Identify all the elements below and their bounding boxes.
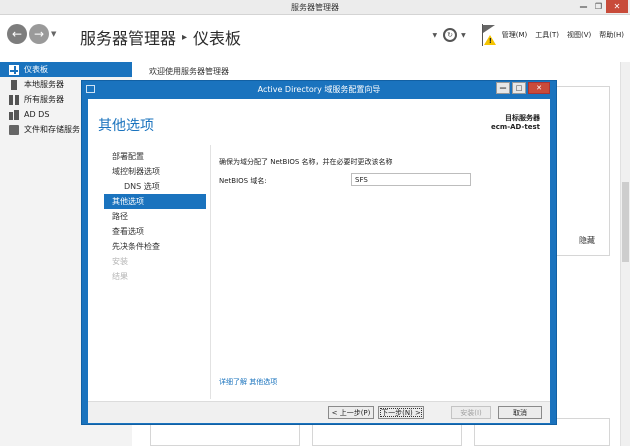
menu-help[interactable]: 帮助(H)	[599, 30, 624, 40]
welcome-heading: 欢迎使用服务器管理器	[149, 67, 229, 76]
wizard-step-results: 结果	[112, 272, 128, 281]
breadcrumb-current: 仪表板	[193, 29, 242, 48]
storage-icon	[9, 124, 19, 135]
wizard-step-dc-options[interactable]: 域控制器选项	[104, 164, 206, 179]
dialog-title: Active Directory 域服务配置向导	[257, 85, 381, 94]
previous-button[interactable]: < 上一步(P)	[328, 406, 374, 419]
sidebar-item-dashboard[interactable]: 仪表板	[0, 62, 132, 77]
sidebar-item-label: 本地服务器	[24, 80, 64, 89]
install-button: 安装(I)	[451, 406, 491, 419]
window-titlebar: 服务器管理器 — ❐ ✕	[0, 0, 630, 15]
main-scrollbar[interactable]	[620, 62, 630, 446]
dashboard-icon	[9, 64, 19, 75]
dialog-titlebar[interactable]: Active Directory 域服务配置向导 — □ ✕	[82, 81, 556, 98]
refresh-dropdown-icon[interactable]: ▼	[432, 32, 437, 39]
dialog-footer: < 上一步(P) 下一步(N) > 安装(I) 取消	[88, 401, 550, 423]
wizard-step-review-options[interactable]: 查看选项	[104, 224, 206, 239]
learn-more-link[interactable]: 详细了解 其他选项	[219, 377, 277, 387]
menu-tools[interactable]: 工具(T)	[535, 30, 559, 40]
window-controls: — ❐ ✕	[576, 0, 628, 13]
wizard-step-paths[interactable]: 路径	[104, 209, 206, 224]
restore-icon[interactable]: ❐	[591, 0, 606, 13]
ad-ds-icon	[9, 109, 19, 120]
wizard-step-dns-options[interactable]: DNS 选项	[104, 179, 206, 194]
sidebar-item-label: 文件和存储服务	[24, 125, 80, 134]
minimize-icon[interactable]: —	[576, 0, 591, 13]
sidebar-item-label: 所有服务器	[24, 95, 64, 104]
netbios-domain-label: NetBIOS 域名:	[219, 177, 267, 185]
target-server-label: 目标服务器	[505, 114, 540, 122]
wizard-step-installation: 安装	[112, 257, 128, 266]
scrollbar-thumb[interactable]	[622, 182, 629, 262]
breadcrumb-separator: ▸	[182, 31, 188, 43]
wizard-step-deployment-config[interactable]: 部署配置	[104, 149, 206, 164]
cancel-button[interactable]: 取消	[498, 406, 542, 419]
notification-flag-icon[interactable]: !	[480, 24, 496, 46]
dialog-window-controls: — □ ✕	[494, 82, 550, 94]
server-icon	[11, 79, 17, 90]
wizard-step-prereq-check[interactable]: 先决条件检查	[104, 239, 206, 254]
sidebar-item-label: AD DS	[24, 110, 50, 119]
window-title: 服务器管理器	[291, 3, 339, 12]
netbios-domain-input[interactable]	[351, 173, 471, 186]
menu-view[interactable]: 视图(V)	[567, 30, 591, 40]
server-manager-header: ← → ▼ 服务器管理器 ▸ 仪表板 ▼ ↻ ▼ ! 管理(M) 工具(T) 视…	[0, 15, 630, 55]
forward-arrow-icon[interactable]: →	[29, 24, 49, 44]
menu-manage[interactable]: 管理(M)	[502, 30, 528, 40]
dialog-close-icon[interactable]: ✕	[528, 82, 550, 94]
refresh-icon[interactable]: ↻	[443, 28, 458, 42]
header-toolbar: ▼ ↻ ▼ ! 管理(M) 工具(T) 视图(V) 帮助(H)	[432, 15, 624, 55]
hide-link[interactable]: 隐藏	[579, 235, 595, 246]
breadcrumb-root[interactable]: 服务器管理器	[80, 25, 176, 49]
sidebar-item-label: 仪表板	[24, 65, 48, 74]
nav-divider	[210, 145, 211, 399]
dialog-maximize-icon[interactable]: □	[512, 82, 526, 94]
adds-config-wizard-dialog: Active Directory 域服务配置向导 — □ ✕ 其他选项 目标服务…	[81, 80, 557, 425]
close-icon[interactable]: ✕	[606, 0, 628, 13]
servers-icon	[9, 94, 19, 105]
back-arrow-icon[interactable]: ←	[7, 24, 27, 44]
page-title: 其他选项	[98, 118, 154, 134]
dialog-minimize-icon[interactable]: —	[496, 82, 510, 94]
wizard-step-additional-options[interactable]: 其他选项	[104, 194, 206, 209]
refresh-options-icon[interactable]: ▼	[461, 32, 466, 39]
dialog-body: 其他选项 目标服务器 ecm-AD-test 部署配置 域控制器选项 DNS 选…	[88, 99, 550, 401]
next-button[interactable]: 下一步(N) >	[378, 406, 424, 419]
history-dropdown-icon[interactable]: ▼	[51, 30, 56, 38]
wizard-step-nav: 部署配置 域控制器选项 DNS 选项 其他选项 路径 查看选项 先决条件检查 安…	[104, 149, 206, 284]
breadcrumb: 服务器管理器 ▸ 仪表板	[80, 25, 241, 49]
target-server-name: ecm-AD-test	[491, 123, 540, 131]
netbios-description: 确保为域分配了 NetBIOS 名称，并在必要时更改该名称	[219, 158, 393, 166]
